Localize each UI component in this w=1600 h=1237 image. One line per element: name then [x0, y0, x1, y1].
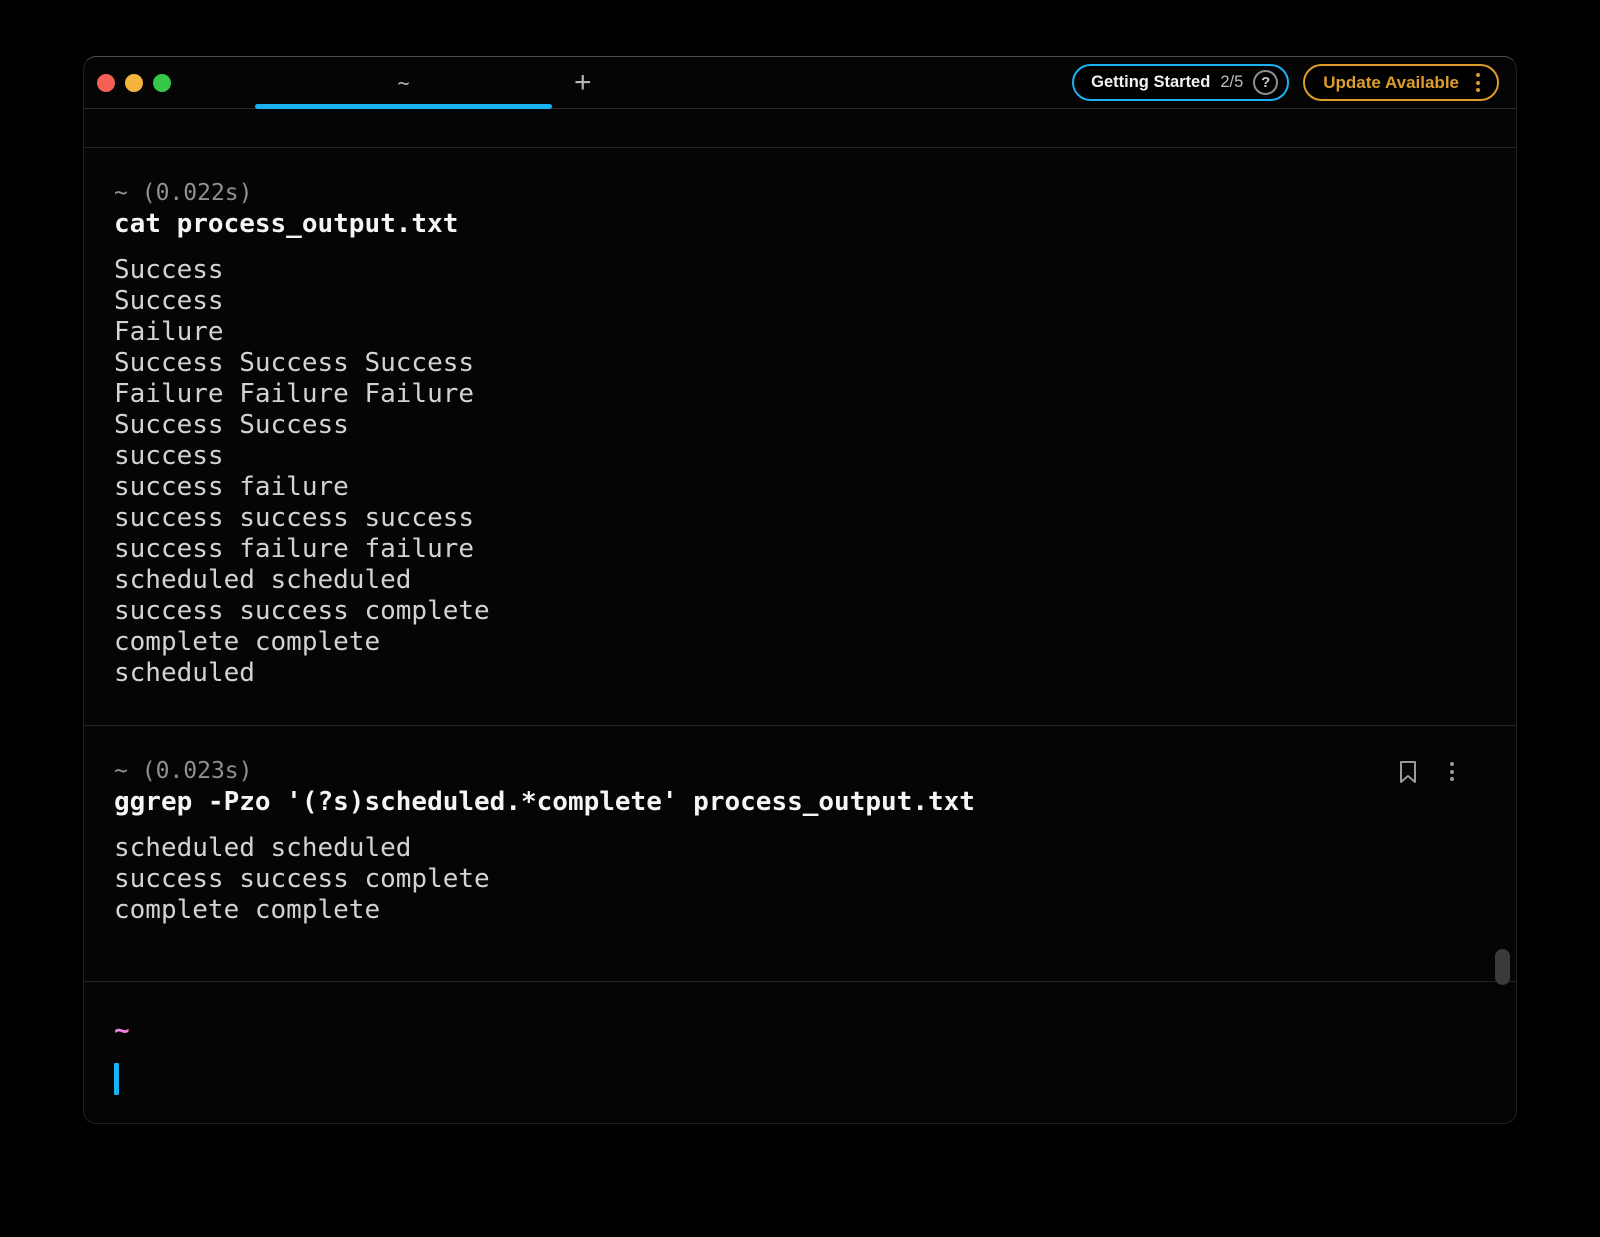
block-1-duration: (0.022s): [142, 180, 253, 206]
traffic-lights: [84, 74, 171, 92]
minimize-button[interactable]: [125, 74, 143, 92]
block-2-context: ~ (0.023s): [114, 756, 253, 787]
close-button[interactable]: [97, 74, 115, 92]
new-tab-button[interactable]: +: [566, 68, 600, 98]
block-1-header: ~ (0.022s): [114, 178, 1486, 209]
tab-title: ~: [397, 71, 409, 95]
block-2-command[interactable]: ggrep -Pzo '(?s)scheduled.*complete' pro…: [114, 787, 1486, 818]
prompt-directory: ~: [114, 1016, 1486, 1047]
block-2-header: ~ (0.023s): [114, 756, 1486, 787]
bookmark-icon[interactable]: [1398, 760, 1418, 784]
block-2-output: scheduled scheduled success success comp…: [114, 833, 1486, 926]
terminal-window: ~ + Getting Started 2/5 ? Update Availab…: [83, 56, 1517, 1124]
getting-started-button[interactable]: Getting Started 2/5 ?: [1072, 64, 1289, 101]
block-2-directory: ~: [114, 758, 128, 784]
scrollbar-thumb[interactable]: [1495, 949, 1510, 985]
chrome-gap: [84, 109, 1516, 147]
zoom-button[interactable]: [153, 74, 171, 92]
command-block-2: ~ (0.023s) ggrep -Pzo '(?s)scheduled.*co…: [84, 726, 1516, 981]
prompt-block[interactable]: ~: [84, 982, 1516, 1095]
getting-started-label: Getting Started: [1091, 73, 1210, 92]
help-icon[interactable]: ?: [1253, 70, 1278, 95]
update-menu-icon[interactable]: [1474, 71, 1482, 94]
block-1-command[interactable]: cat process_output.txt: [114, 209, 1486, 240]
command-block-1: ~ (0.022s) cat process_output.txt Succes…: [84, 148, 1516, 725]
block-1-context: ~ (0.022s): [114, 178, 253, 209]
block-menu-icon[interactable]: [1448, 760, 1456, 783]
block-1-output: Success Success Failure Success Success …: [114, 255, 1486, 689]
block-2-actions: [1398, 760, 1486, 784]
update-available-label: Update Available: [1323, 73, 1459, 93]
update-available-button[interactable]: Update Available: [1303, 64, 1499, 101]
getting-started-progress: 2/5: [1220, 73, 1243, 92]
active-tab-indicator: [255, 104, 552, 109]
tab-home[interactable]: ~: [255, 57, 552, 108]
text-cursor: [114, 1063, 119, 1095]
block-2-duration: (0.023s): [142, 758, 253, 784]
block-1-directory: ~: [114, 180, 128, 206]
tab-bar: ~ + Getting Started 2/5 ? Update Availab…: [84, 57, 1516, 109]
